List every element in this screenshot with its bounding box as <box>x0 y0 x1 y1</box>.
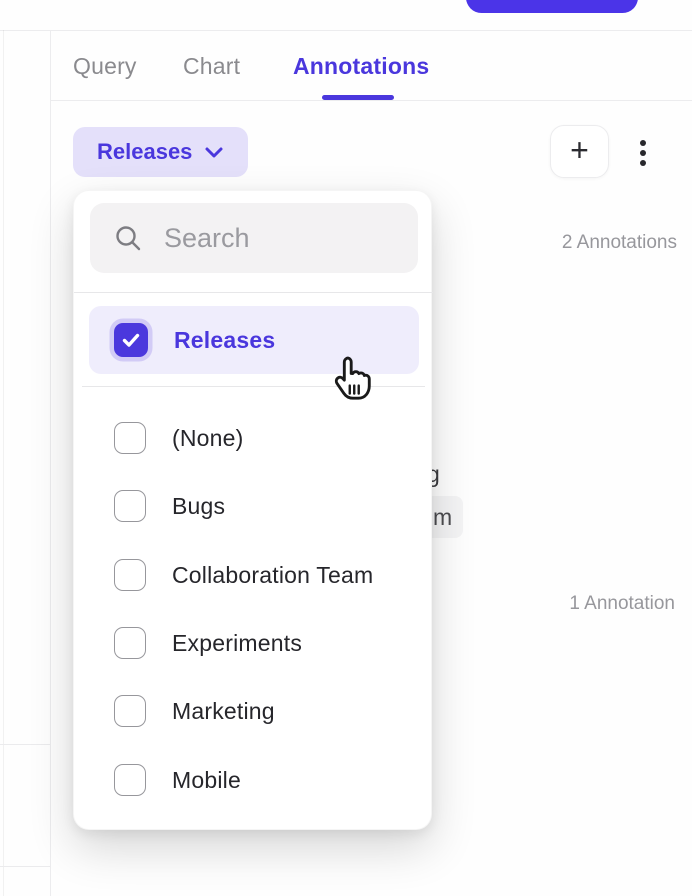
sidebar-row-divider <box>0 866 50 867</box>
add-annotation-button[interactable]: + <box>550 125 609 178</box>
tab-chart[interactable]: Chart <box>183 31 240 101</box>
option-mobile[interactable]: Mobile <box>89 746 419 814</box>
option-marketing[interactable]: Marketing <box>89 677 419 745</box>
checkbox-unchecked-icon[interactable] <box>114 422 146 454</box>
option-bugs[interactable]: Bugs <box>89 472 419 540</box>
dropdown-divider <box>74 292 433 293</box>
checkbox-unchecked-icon[interactable] <box>114 559 146 591</box>
chevron-down-icon <box>204 145 224 159</box>
tab-query[interactable]: Query <box>73 31 137 101</box>
option-label: Releases <box>174 327 275 354</box>
sidebar-row-divider <box>0 744 50 745</box>
option-label: Collaboration Team <box>172 562 373 589</box>
primary-action-button[interactable] <box>466 0 638 13</box>
annotation-group-count: 1 Annotation <box>569 593 675 615</box>
search-input[interactable] <box>164 223 394 254</box>
dropdown-divider <box>82 386 425 387</box>
checkbox-unchecked-icon[interactable] <box>114 695 146 727</box>
checkbox-unchecked-icon[interactable] <box>114 764 146 796</box>
annotations-page: Query Chart Annotations Releases + 2 Ann… <box>0 0 692 896</box>
tab-annotations[interactable]: Annotations <box>293 31 429 101</box>
annotation-group-count: 2 Annotations <box>562 232 677 254</box>
sidebar-divider <box>50 30 51 896</box>
checkbox-checked-icon[interactable] <box>114 323 148 357</box>
option-label: Bugs <box>172 493 225 520</box>
kebab-menu-icon[interactable] <box>633 131 653 175</box>
tab-bar: Query Chart Annotations <box>51 31 692 101</box>
left-panel-edge <box>3 30 4 896</box>
filter-button-label: Releases <box>97 139 192 165</box>
option-experiments[interactable]: Experiments <box>89 609 419 677</box>
option-label: (None) <box>172 425 244 452</box>
option-collaboration-team[interactable]: Collaboration Team <box>89 541 419 609</box>
checkbox-unchecked-icon[interactable] <box>114 627 146 659</box>
option-label: Experiments <box>172 630 302 657</box>
search-icon <box>114 224 142 252</box>
option-none[interactable]: (None) <box>89 404 419 472</box>
releases-filter-button[interactable]: Releases <box>73 127 248 177</box>
option-label: Mobile <box>172 767 241 794</box>
option-label: Marketing <box>172 698 275 725</box>
plus-icon: + <box>570 134 589 166</box>
active-tab-indicator <box>322 95 394 100</box>
annotation-type-dropdown: Releases (None) Bugs Collaboration Team … <box>73 190 432 830</box>
option-releases[interactable]: Releases <box>89 306 419 374</box>
search-box[interactable] <box>90 203 418 273</box>
checkbox-unchecked-icon[interactable] <box>114 490 146 522</box>
